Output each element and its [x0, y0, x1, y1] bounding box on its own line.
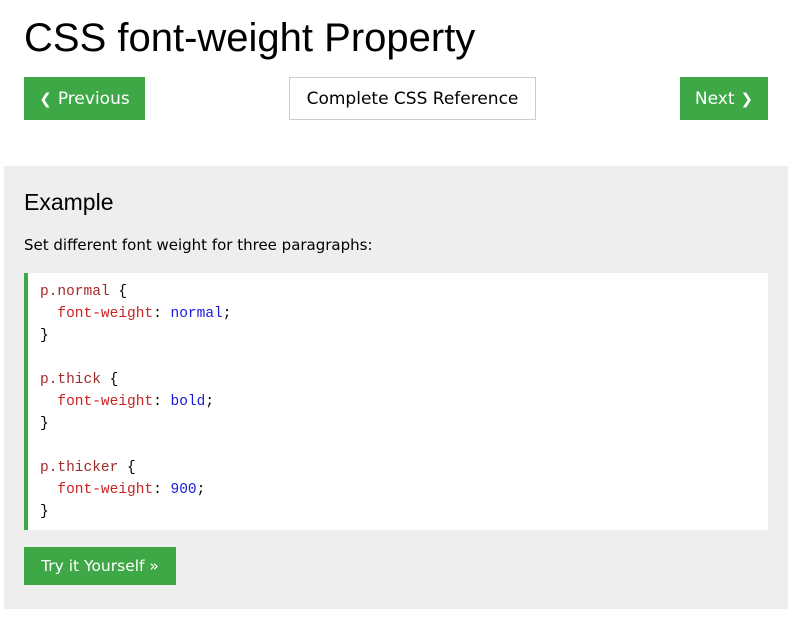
chevron-left-icon: ❮ [39, 89, 52, 108]
css-colon: : [153, 394, 171, 410]
code-block: p.normal { font-weight: normal; } p.thic… [24, 273, 768, 530]
example-description: Set different font weight for three para… [24, 236, 373, 254]
css-colon: : [153, 482, 171, 498]
previous-label: Previous [57, 88, 130, 109]
css-open-brace: { [100, 372, 119, 388]
css-close-brace: } [40, 504, 49, 520]
css-close-brace: } [40, 328, 49, 344]
css-open-brace: { [109, 284, 128, 300]
css-semicolon: ; [196, 482, 206, 498]
css-semicolon: ; [222, 306, 232, 322]
code-line: } [40, 501, 768, 523]
css-property: font-weight [57, 394, 154, 410]
css-property: font-weight [57, 306, 154, 322]
code-line: font-weight: 900; [40, 479, 768, 501]
previous-button[interactable]: ❮ Previous [24, 77, 145, 120]
example-heading: Example [24, 189, 114, 215]
code-line: } [40, 325, 768, 347]
code-line: p.thick { [40, 369, 768, 391]
try-it-yourself-button[interactable]: Try it Yourself » [24, 547, 176, 585]
css-open-brace: { [118, 460, 136, 476]
css-value: normal [170, 306, 223, 322]
css-close-brace: } [40, 416, 49, 432]
css-property: font-weight [57, 482, 154, 498]
code-line: font-weight: normal; [40, 303, 768, 325]
complete-css-reference-button[interactable]: Complete CSS Reference [289, 77, 536, 120]
code-line: font-weight: bold; [40, 391, 768, 413]
code-line: p.thicker { [40, 457, 768, 479]
next-label: Next [694, 88, 735, 109]
css-selector: p.normal [40, 284, 110, 300]
css-selector: p.thick [40, 372, 101, 388]
example-panel: Example Set different font weight for th… [4, 166, 788, 609]
css-selector: p.thicker [40, 460, 119, 476]
page-title: CSS font-weight Property [24, 16, 476, 60]
css-colon: : [153, 306, 171, 322]
code-line: p.normal { [40, 281, 768, 303]
reference-label: Complete CSS Reference [306, 88, 519, 109]
code-line: } [40, 413, 768, 435]
css-value: 900 [170, 482, 197, 498]
css-value: bold [170, 394, 206, 410]
next-button[interactable]: Next ❯ [680, 77, 768, 120]
chevron-right-icon: ❯ [740, 89, 754, 108]
css-semicolon: ; [205, 394, 215, 410]
